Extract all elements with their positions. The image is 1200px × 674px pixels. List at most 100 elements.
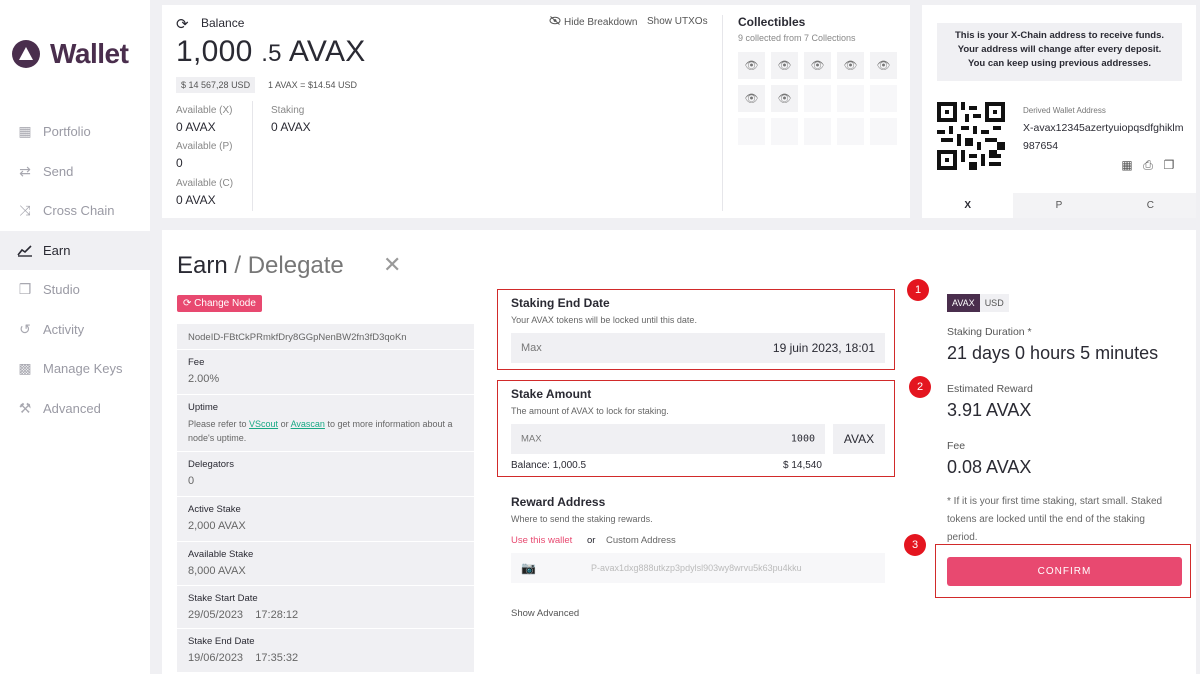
available-p-value: 0 [176, 156, 183, 170]
keys-icon: ▩ [18, 360, 32, 377]
rate-value: 1 AVAX = $14.54 [268, 80, 336, 90]
collectibles-title: Collectibles [738, 15, 806, 29]
fee-value: 2.00% [188, 373, 220, 385]
toggle-avax[interactable]: AVAX [947, 294, 980, 312]
fee-row: Fee 2.00% [177, 350, 474, 395]
active-stake-value: 2,000 AVAX [188, 520, 246, 532]
eye-icon[interactable]: 👁 [870, 52, 897, 79]
staking-end-date-field[interactable]: Max 19 juin 2023, 18:01 [511, 333, 885, 363]
node-id-row: NodeID-FBtCkPRmkfDry8GGpNenBW2fn3fD3qoKn [177, 324, 474, 350]
wallet-logo[interactable]: Wallet [12, 38, 129, 70]
swap-arrows-icon: ⇄ [19, 162, 31, 179]
usd-value: $ 14 567,28 [181, 80, 229, 90]
cube-icon: ❒ [18, 281, 32, 298]
vscout-link[interactable]: VScout [249, 419, 278, 429]
show-advanced-link[interactable]: Show Advanced [511, 608, 579, 619]
sidebar-item-label: Advanced [43, 400, 101, 416]
copy-icon[interactable]: ❐ [1161, 158, 1177, 173]
shuffle-icon: ⤨ [19, 202, 31, 219]
refresh-icon[interactable]: ⟳ [176, 15, 189, 33]
use-this-wallet-link[interactable]: Use this wallet [511, 535, 572, 546]
reward-address-field[interactable]: 📷 P-avax1dxg888utkzp3pdylsl903wy8wrvu5k6… [511, 553, 885, 583]
sidebar-item-activity[interactable]: ↺ Activity [0, 310, 150, 350]
tab-p-chain[interactable]: P [1013, 193, 1105, 218]
tab-x-chain[interactable]: X [922, 193, 1014, 218]
collectibles-grid: 👁 👁 👁 👁 👁 👁 👁 [738, 52, 897, 145]
estimated-reward-value: 3.91 AVAX [947, 400, 1032, 420]
sidebar-item-portfolio[interactable]: ▦ Portfolio [0, 112, 150, 152]
address-note: This is your X-Chain address to receive … [937, 23, 1182, 81]
eye-icon[interactable]: 👁 [738, 85, 765, 112]
currency-toggle[interactable]: AVAX USD [947, 294, 1009, 312]
staking-note: * If it is your first time staking, star… [947, 496, 1163, 543]
empty-slot [771, 118, 798, 145]
divider [722, 15, 723, 211]
hide-breakdown-label: Hide Breakdown [564, 16, 638, 28]
sidebar-item-send[interactable]: ⇄ Send [0, 152, 150, 192]
toggle-usd[interactable]: USD [979, 294, 1009, 312]
sidebar-item-label: Portfolio [43, 124, 91, 140]
chart-line-icon [16, 242, 34, 258]
balance-label: Balance [201, 16, 245, 30]
empty-slot [837, 118, 864, 145]
confirm-button[interactable]: CONFIRM [947, 557, 1182, 586]
stake-amount-input[interactable]: MAX 1000 [511, 424, 825, 454]
estimated-reward-label: Estimated Reward [947, 383, 1033, 395]
stake-end-date: 19/06/2023 [188, 652, 244, 664]
step-badge-1: 1 [907, 279, 929, 301]
sidebar-item-label: Manage Keys [43, 361, 123, 377]
printer-icon[interactable]: ⎙ [1140, 158, 1156, 173]
derived-address-value[interactable]: X-avax12345azertyuiopqsdfghiklm987654 [1023, 119, 1188, 155]
chain-tabs: X P C [922, 193, 1196, 218]
available-x-value: 0 AVAX [176, 120, 216, 134]
stake-end-value: 19/06/2023 17:35:32 [188, 652, 463, 664]
uptime-label: Uptime [188, 402, 219, 413]
stake-amount-title: Stake Amount [511, 387, 592, 401]
close-icon[interactable]: ✕ [383, 252, 401, 278]
sidebar-item-earn[interactable]: Earn [0, 230, 150, 270]
qr-code-icon[interactable]: ▦ [1119, 158, 1135, 173]
empty-slot [804, 118, 831, 145]
sidebar-item-studio[interactable]: ❒ Studio [0, 270, 150, 310]
eye-icon[interactable]: 👁 [837, 52, 864, 79]
custom-address-link[interactable]: Custom Address [606, 535, 676, 546]
eye-icon[interactable]: 👁 [738, 52, 765, 79]
refresh-icon: ⟳ [183, 298, 192, 309]
available-c-label: Available (C) [176, 178, 234, 189]
sidebar-item-cross-chain[interactable]: ⤨ Cross Chain [0, 191, 150, 231]
staking-duration-value: 21 days 0 hours 5 minutes [947, 343, 1159, 363]
available-stake-label: Available Stake [188, 549, 254, 560]
change-node-label: Change Node [194, 298, 256, 309]
max-amount-button[interactable]: MAX [521, 434, 542, 445]
show-utxos-button[interactable]: Show UTXOs [647, 16, 708, 27]
eye-icon[interactable]: 👁 [771, 85, 798, 112]
max-date-button[interactable]: Max [521, 342, 542, 354]
uptime-description: Please refer to VScout or Avascan to get… [188, 417, 463, 445]
stake-amount-unit: AVAX [833, 424, 885, 454]
grid-icon: ▦ [18, 123, 32, 140]
eye-icon[interactable]: 👁 [804, 52, 831, 79]
sidebar-item-advanced[interactable]: ⚒ Advanced [0, 389, 150, 429]
address-actions: ▦ ⎙ ❐ [1119, 158, 1177, 173]
camera-icon[interactable]: 📷 [521, 561, 536, 575]
or-text: or [587, 535, 596, 546]
page-title: Earn / Delegate [177, 252, 344, 280]
change-node-button[interactable]: ⟳ Change Node [177, 295, 262, 312]
tab-c-chain[interactable]: C [1104, 193, 1196, 218]
address-note-line: This is your X-Chain address to receive … [954, 30, 1165, 41]
node-id: NodeID-FBtCkPRmkfDry8GGpNenBW2fn3fD3qoKn [188, 332, 407, 343]
usd-value-pill: $ 14 567,28 USD [176, 77, 256, 93]
sidebar-item-label: Earn [43, 242, 71, 258]
hide-breakdown-button[interactable]: Hide Breakdown [549, 16, 637, 28]
sidebar-item-label: Studio [43, 282, 80, 298]
eye-icon[interactable]: 👁 [771, 52, 798, 79]
sidebar-item-manage-keys[interactable]: ▩ Manage Keys [0, 349, 150, 389]
sidebar-item-label: Cross Chain [43, 203, 115, 219]
avascan-link[interactable]: Avascan [291, 419, 325, 429]
eye-slash-icon [549, 16, 561, 28]
qr-code-icon[interactable] [937, 102, 1005, 170]
delegators-value: 0 [188, 475, 195, 487]
sidebar-item-label: Send [43, 163, 74, 179]
exchange-rate: 1 AVAX = $14.54 USD [268, 80, 357, 90]
staking-value: 0 AVAX [271, 120, 311, 134]
